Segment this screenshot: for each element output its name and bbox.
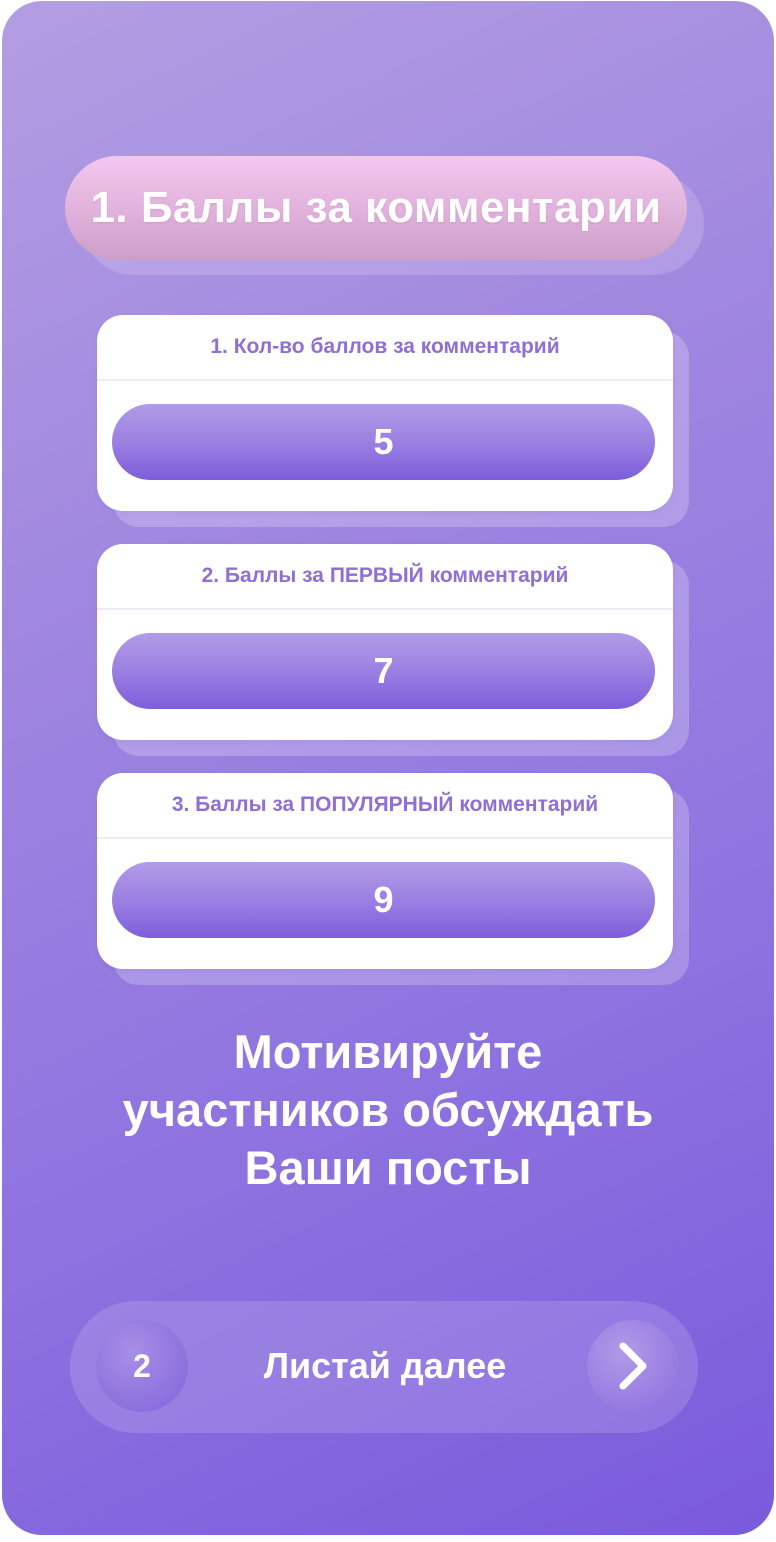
setting-label: 3. Баллы за ПОПУЛЯРНЫЙ комментарий [97,773,673,839]
next-page-bar-inner: 2 Листай далее [90,1315,680,1417]
motivation-line-2: участников обсуждать [122,1083,654,1136]
page-title: 1. Баллы за комментарии [65,156,687,260]
next-page-button[interactable] [587,1320,679,1412]
setting-card-body: 1. Кол-во баллов за комментарий 5 [97,315,673,511]
next-page-bar[interactable]: 2 Листай далее [70,1301,698,1433]
setting-card-body: 3. Баллы за ПОПУЛЯРНЫЙ комментарий 9 [97,773,673,969]
setting-value-field[interactable]: 5 [112,404,655,480]
motivation-text: Мотивируйте участников обсуждать Ваши по… [42,1023,734,1197]
motivation-line-3: Ваши посты [244,1141,532,1194]
next-page-label[interactable]: Листай далее [200,1315,570,1417]
slide-card: 1. Баллы за комментарии 1. Кол-во баллов… [2,1,774,1535]
setting-card-points-per-comment: 1. Кол-во баллов за комментарий 5 [97,315,689,527]
setting-card-first-comment: 2. Баллы за ПЕРВЫЙ комментарий 7 [97,544,689,756]
setting-card-popular-comment: 3. Баллы за ПОПУЛЯРНЫЙ комментарий 9 [97,773,689,985]
setting-value-field[interactable]: 7 [112,633,655,709]
setting-label: 2. Баллы за ПЕРВЫЙ комментарий [97,544,673,610]
page-number-badge: 2 [96,1320,188,1412]
setting-value-field[interactable]: 9 [112,862,655,938]
setting-card-body: 2. Баллы за ПЕРВЫЙ комментарий 7 [97,544,673,740]
setting-label: 1. Кол-во баллов за комментарий [97,315,673,381]
chevron-right-icon [619,1342,647,1390]
motivation-line-1: Мотивируйте [233,1025,543,1078]
